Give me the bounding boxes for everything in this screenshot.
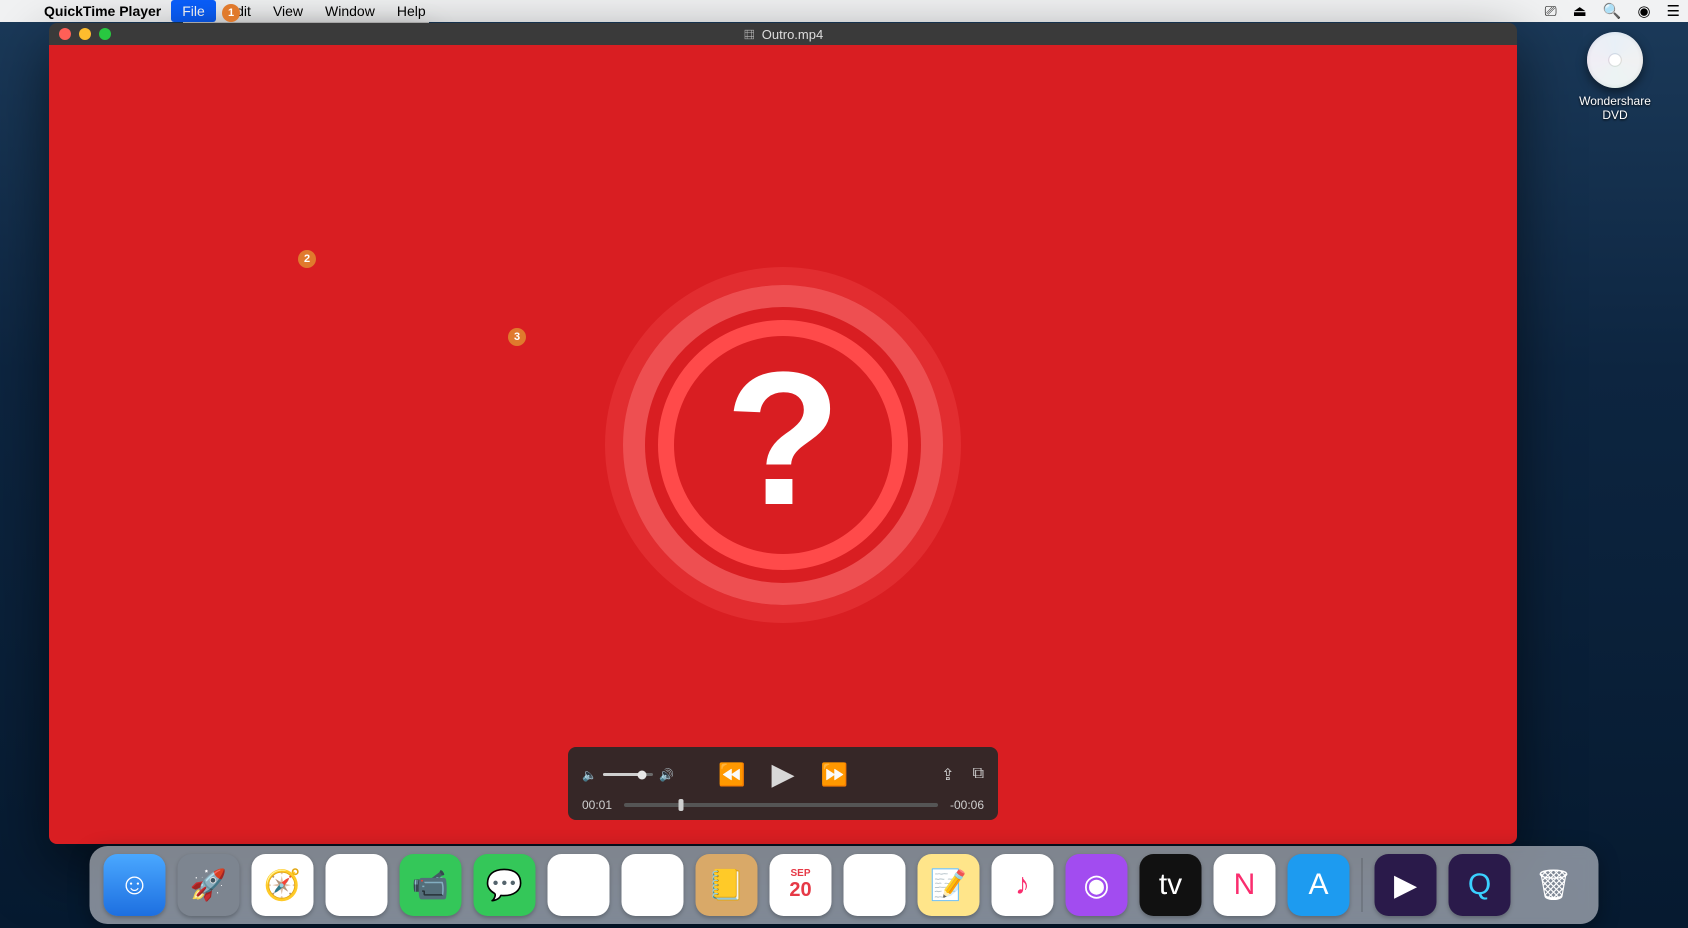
share-button[interactable]: ⇪ [941, 765, 954, 785]
volume-slider[interactable] [603, 773, 653, 776]
annotation-3: 3 [508, 328, 526, 346]
window-title: Outro.mp4 [743, 27, 823, 42]
volume-control[interactable]: 🔈 🔊 [582, 768, 674, 782]
dock-msg[interactable]: 💬 [474, 854, 536, 916]
dock-cal[interactable]: SEP20 [770, 854, 832, 916]
menu-file[interactable]: File [171, 0, 216, 22]
dock-notes[interactable]: 📝 [918, 854, 980, 916]
remaining-time: -00:06 [950, 798, 984, 812]
forward-button[interactable]: ⏩ [821, 762, 848, 788]
menu-view[interactable]: View [262, 0, 314, 22]
dock-tv[interactable]: tv [1140, 854, 1202, 916]
title-bar[interactable]: Outro.mp4 [49, 23, 1517, 45]
annotation-2: 2 [298, 250, 316, 268]
dock-music[interactable]: ♪ [992, 854, 1054, 916]
dock-store[interactable]: A [1288, 854, 1350, 916]
movie-icon [743, 28, 756, 41]
menu-window[interactable]: Window [314, 0, 386, 22]
dvd-icon [1587, 32, 1643, 88]
dock-maps[interactable]: 🗺 [548, 854, 610, 916]
dock-news[interactable]: N [1214, 854, 1276, 916]
video-canvas[interactable]: ? 🔈 🔊 ⏪ ▶ ⏩ ⇪ ⧉ 00:01 -00:06 [49, 45, 1517, 844]
playback-controls: 🔈 🔊 ⏪ ▶ ⏩ ⇪ ⧉ 00:01 -00:06 [568, 747, 998, 820]
dock-trash[interactable]: 🗑 [1523, 854, 1585, 916]
dock-qt[interactable]: Q [1449, 854, 1511, 916]
search-icon[interactable]: 🔍 [1603, 2, 1622, 20]
elapsed-time: 00:01 [582, 798, 612, 812]
dock-rem[interactable]: ☑ [844, 854, 906, 916]
desktop-disc[interactable]: Wondershare DVD [1570, 32, 1660, 122]
dock-mail[interactable]: ✉︎ [326, 854, 388, 916]
dock-launch[interactable]: 🚀 [178, 854, 240, 916]
airplay-icon[interactable]: ⎚ [1545, 3, 1557, 20]
dock-pod[interactable]: ◉ [1066, 854, 1128, 916]
dock-safari[interactable]: 🧭 [252, 854, 314, 916]
mute-icon[interactable]: 🔈 [582, 768, 597, 782]
dock-uni[interactable]: ▶ [1375, 854, 1437, 916]
pip-button[interactable]: ⧉ [973, 765, 984, 785]
close-icon[interactable] [59, 28, 71, 40]
video-graphic: ? [623, 285, 943, 605]
dock-photos[interactable]: ❀ [622, 854, 684, 916]
dock-contacts[interactable]: 📒 [696, 854, 758, 916]
zoom-icon[interactable] [99, 28, 111, 40]
menu-bar: QuickTime Player File Edit View Window H… [0, 0, 1688, 22]
dock-ft[interactable]: 📹 [400, 854, 462, 916]
control-center-icon[interactable]: ☰ [1667, 2, 1680, 20]
play-button[interactable]: ▶ [771, 757, 794, 792]
traffic-lights[interactable] [49, 28, 111, 40]
dock: ☺🚀🧭✉︎📹💬🗺❀📒SEP20☑📝♪◉tvNA ▶Q🗑 [90, 846, 1599, 924]
scrubber[interactable] [624, 803, 938, 807]
desktop-icon-label: Wondershare DVD [1570, 94, 1660, 122]
siri-icon[interactable]: ◉ [1637, 2, 1650, 20]
rewind-button[interactable]: ⏪ [718, 762, 745, 788]
volume-max-icon: 🔊 [659, 768, 674, 782]
annotation-1: 1 [222, 4, 240, 22]
player-window: Outro.mp4 ? 🔈 🔊 ⏪ ▶ ⏩ ⇪ ⧉ 00:01 [49, 23, 1517, 844]
dock-finder[interactable]: ☺ [104, 854, 166, 916]
eject-icon[interactable]: ⏏ [1573, 2, 1587, 20]
menu-help[interactable]: Help [386, 0, 437, 22]
app-name[interactable]: QuickTime Player [34, 3, 171, 19]
minimize-icon[interactable] [79, 28, 91, 40]
